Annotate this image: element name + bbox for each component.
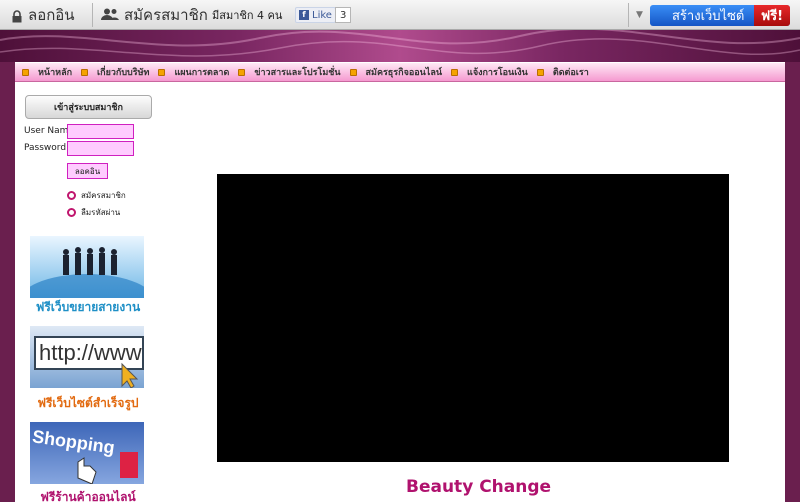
nav-label: ข่าวสารและโปรโมชั่น <box>254 68 341 78</box>
free-badge[interactable]: ฟรี! <box>754 5 790 26</box>
register-side-link[interactable]: สมัครสมาชิก <box>67 189 126 202</box>
nav-item-join[interactable]: สมัครธุรกิจออนไลน์ <box>349 65 443 79</box>
video-title: Beauty Change <box>406 477 552 497</box>
register-link[interactable]: สมัครสมาชิก <box>101 0 208 30</box>
lock-icon <box>12 9 22 23</box>
main-nav: หน้าหลัก เกี่ยวกับบริษัท แผนการตลาด ข่าว… <box>15 62 785 82</box>
nav-item-news[interactable]: ข่าวสารและโปรโมชั่น <box>238 65 341 79</box>
like-count: 3 <box>335 7 352 23</box>
chevron-down-icon[interactable]: ▼ <box>636 0 643 30</box>
facebook-like-button[interactable]: f Like <box>295 7 336 23</box>
people-silhouette-icon <box>30 247 144 298</box>
nav-label: ติดต่อเรา <box>552 68 589 78</box>
nav-item-contact[interactable]: ติดต่อเรา <box>536 65 589 79</box>
login-label: ลอกอิน <box>28 6 75 24</box>
login-link[interactable]: ลอกอิน <box>12 0 75 30</box>
like-label: Like <box>312 9 332 21</box>
bullet-icon <box>67 208 76 217</box>
top-toolbar: ลอกอิน สมัครสมาชิก มีสมาชิก 4 คน f Like … <box>0 0 800 30</box>
login-box-header: เข้าสู่ระบบสมาชิก <box>25 95 152 119</box>
nav-item-about[interactable]: เกี่ยวกับบริษัท <box>81 65 149 79</box>
nav-label: แผนการตลาด <box>174 68 230 78</box>
password-input[interactable] <box>67 141 134 156</box>
create-site-label: สร้างเว็บไซต์ <box>672 9 745 24</box>
nav-label: แจ้งการโอนเงิน <box>467 68 528 78</box>
banner-image-website[interactable]: http://www <box>30 326 144 388</box>
username-input[interactable] <box>67 124 134 139</box>
nav-label: หน้าหลัก <box>38 68 73 78</box>
nav-item-payment[interactable]: แจ้งการโอนเงิน <box>451 65 528 79</box>
register-side-label: สมัครสมาชิก <box>81 191 126 200</box>
nav-item-marketing-plan[interactable]: แผนการตลาด <box>158 65 229 79</box>
password-label: Password <box>24 143 67 153</box>
nav-bullet-icon <box>451 68 459 76</box>
nav-bullet-icon <box>536 68 544 76</box>
member-count: มีสมาชิก 4 คน <box>212 9 283 22</box>
video-player[interactable] <box>217 174 729 462</box>
banner-image-shop[interactable]: Shopping <box>30 422 144 484</box>
nav-bullet-icon <box>349 68 357 76</box>
nav-label: สมัครธุรกิจออนไลน์ <box>365 68 443 78</box>
banner-image-network[interactable] <box>30 236 144 298</box>
bullet-icon <box>67 191 76 200</box>
login-button[interactable]: ลอคอิน <box>67 163 108 179</box>
register-label: สมัครสมาชิก <box>124 6 208 24</box>
nav-label: เกี่ยวกับบริษัท <box>97 68 150 78</box>
nav-bullet-icon <box>238 68 246 76</box>
header-swirl-decoration <box>0 30 800 57</box>
banner-caption[interactable]: ฟรีเว็บขยายสายงาน <box>28 298 148 317</box>
nav-bullet-icon <box>22 68 29 76</box>
users-icon <box>101 6 119 24</box>
forgot-password-link[interactable]: ลืมรหัสผ่าน <box>67 206 120 219</box>
toolbar-divider <box>628 3 629 27</box>
hand-pointer-icon <box>77 452 138 484</box>
banner-caption[interactable]: ฟรีเว็บไซต์สำเร็จรูป <box>28 394 148 413</box>
facebook-icon: f <box>299 10 309 20</box>
nav-item-home[interactable]: หน้าหลัก <box>22 65 72 79</box>
nav-bullet-icon <box>81 68 89 76</box>
cursor-icon <box>121 362 139 388</box>
nav-bullet-icon <box>158 68 166 76</box>
forgot-password-label: ลืมรหัสผ่าน <box>81 208 121 217</box>
banner-caption[interactable]: ฟรีร้านค้าออนไลน์ <box>28 488 148 502</box>
toolbar-divider <box>92 3 93 27</box>
